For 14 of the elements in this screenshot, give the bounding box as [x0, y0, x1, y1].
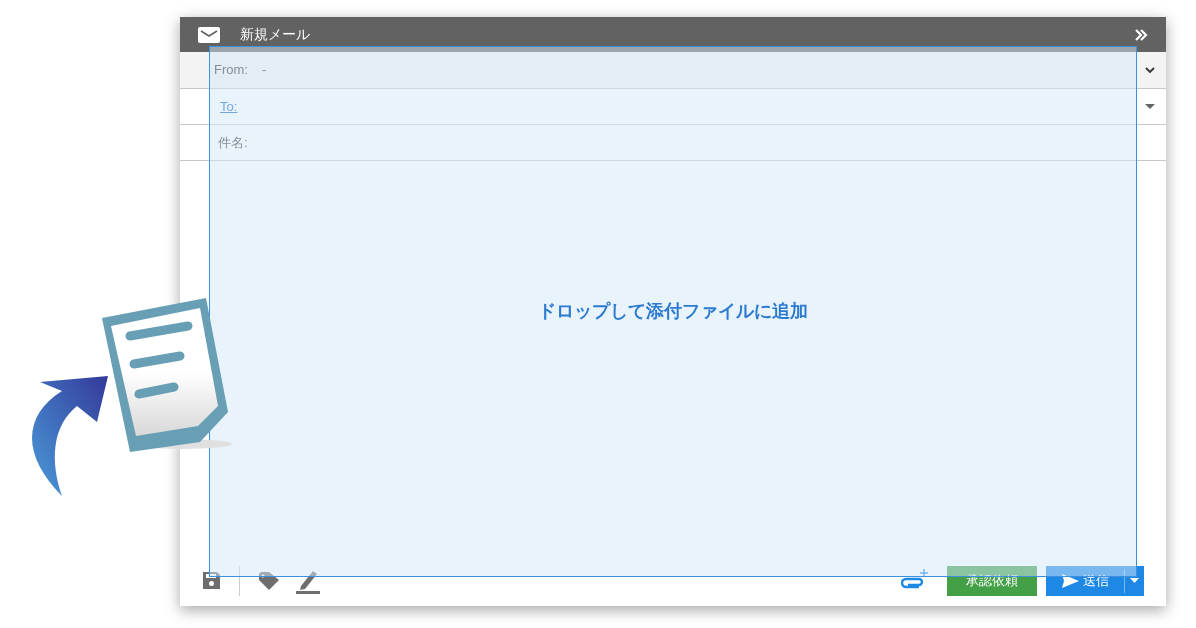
save-icon[interactable] [202, 571, 221, 590]
envelope-icon [198, 26, 220, 43]
from-value: - [261, 61, 267, 80]
tag-icon[interactable] [258, 570, 280, 591]
window-title: 新規メール [240, 25, 310, 44]
from-label: From: [214, 61, 248, 80]
drop-message: ドロップして添付ファイルに追加 [538, 300, 808, 323]
send-icon [1061, 573, 1079, 588]
caret-down-icon[interactable] [1144, 103, 1156, 110]
double-chevron-icon[interactable] [1134, 27, 1148, 42]
chevron-down-icon[interactable] [1144, 66, 1156, 74]
subject-label: 件名: [218, 133, 248, 152]
caret-down-icon [1130, 578, 1139, 583]
to-link[interactable]: To: [220, 96, 238, 117]
